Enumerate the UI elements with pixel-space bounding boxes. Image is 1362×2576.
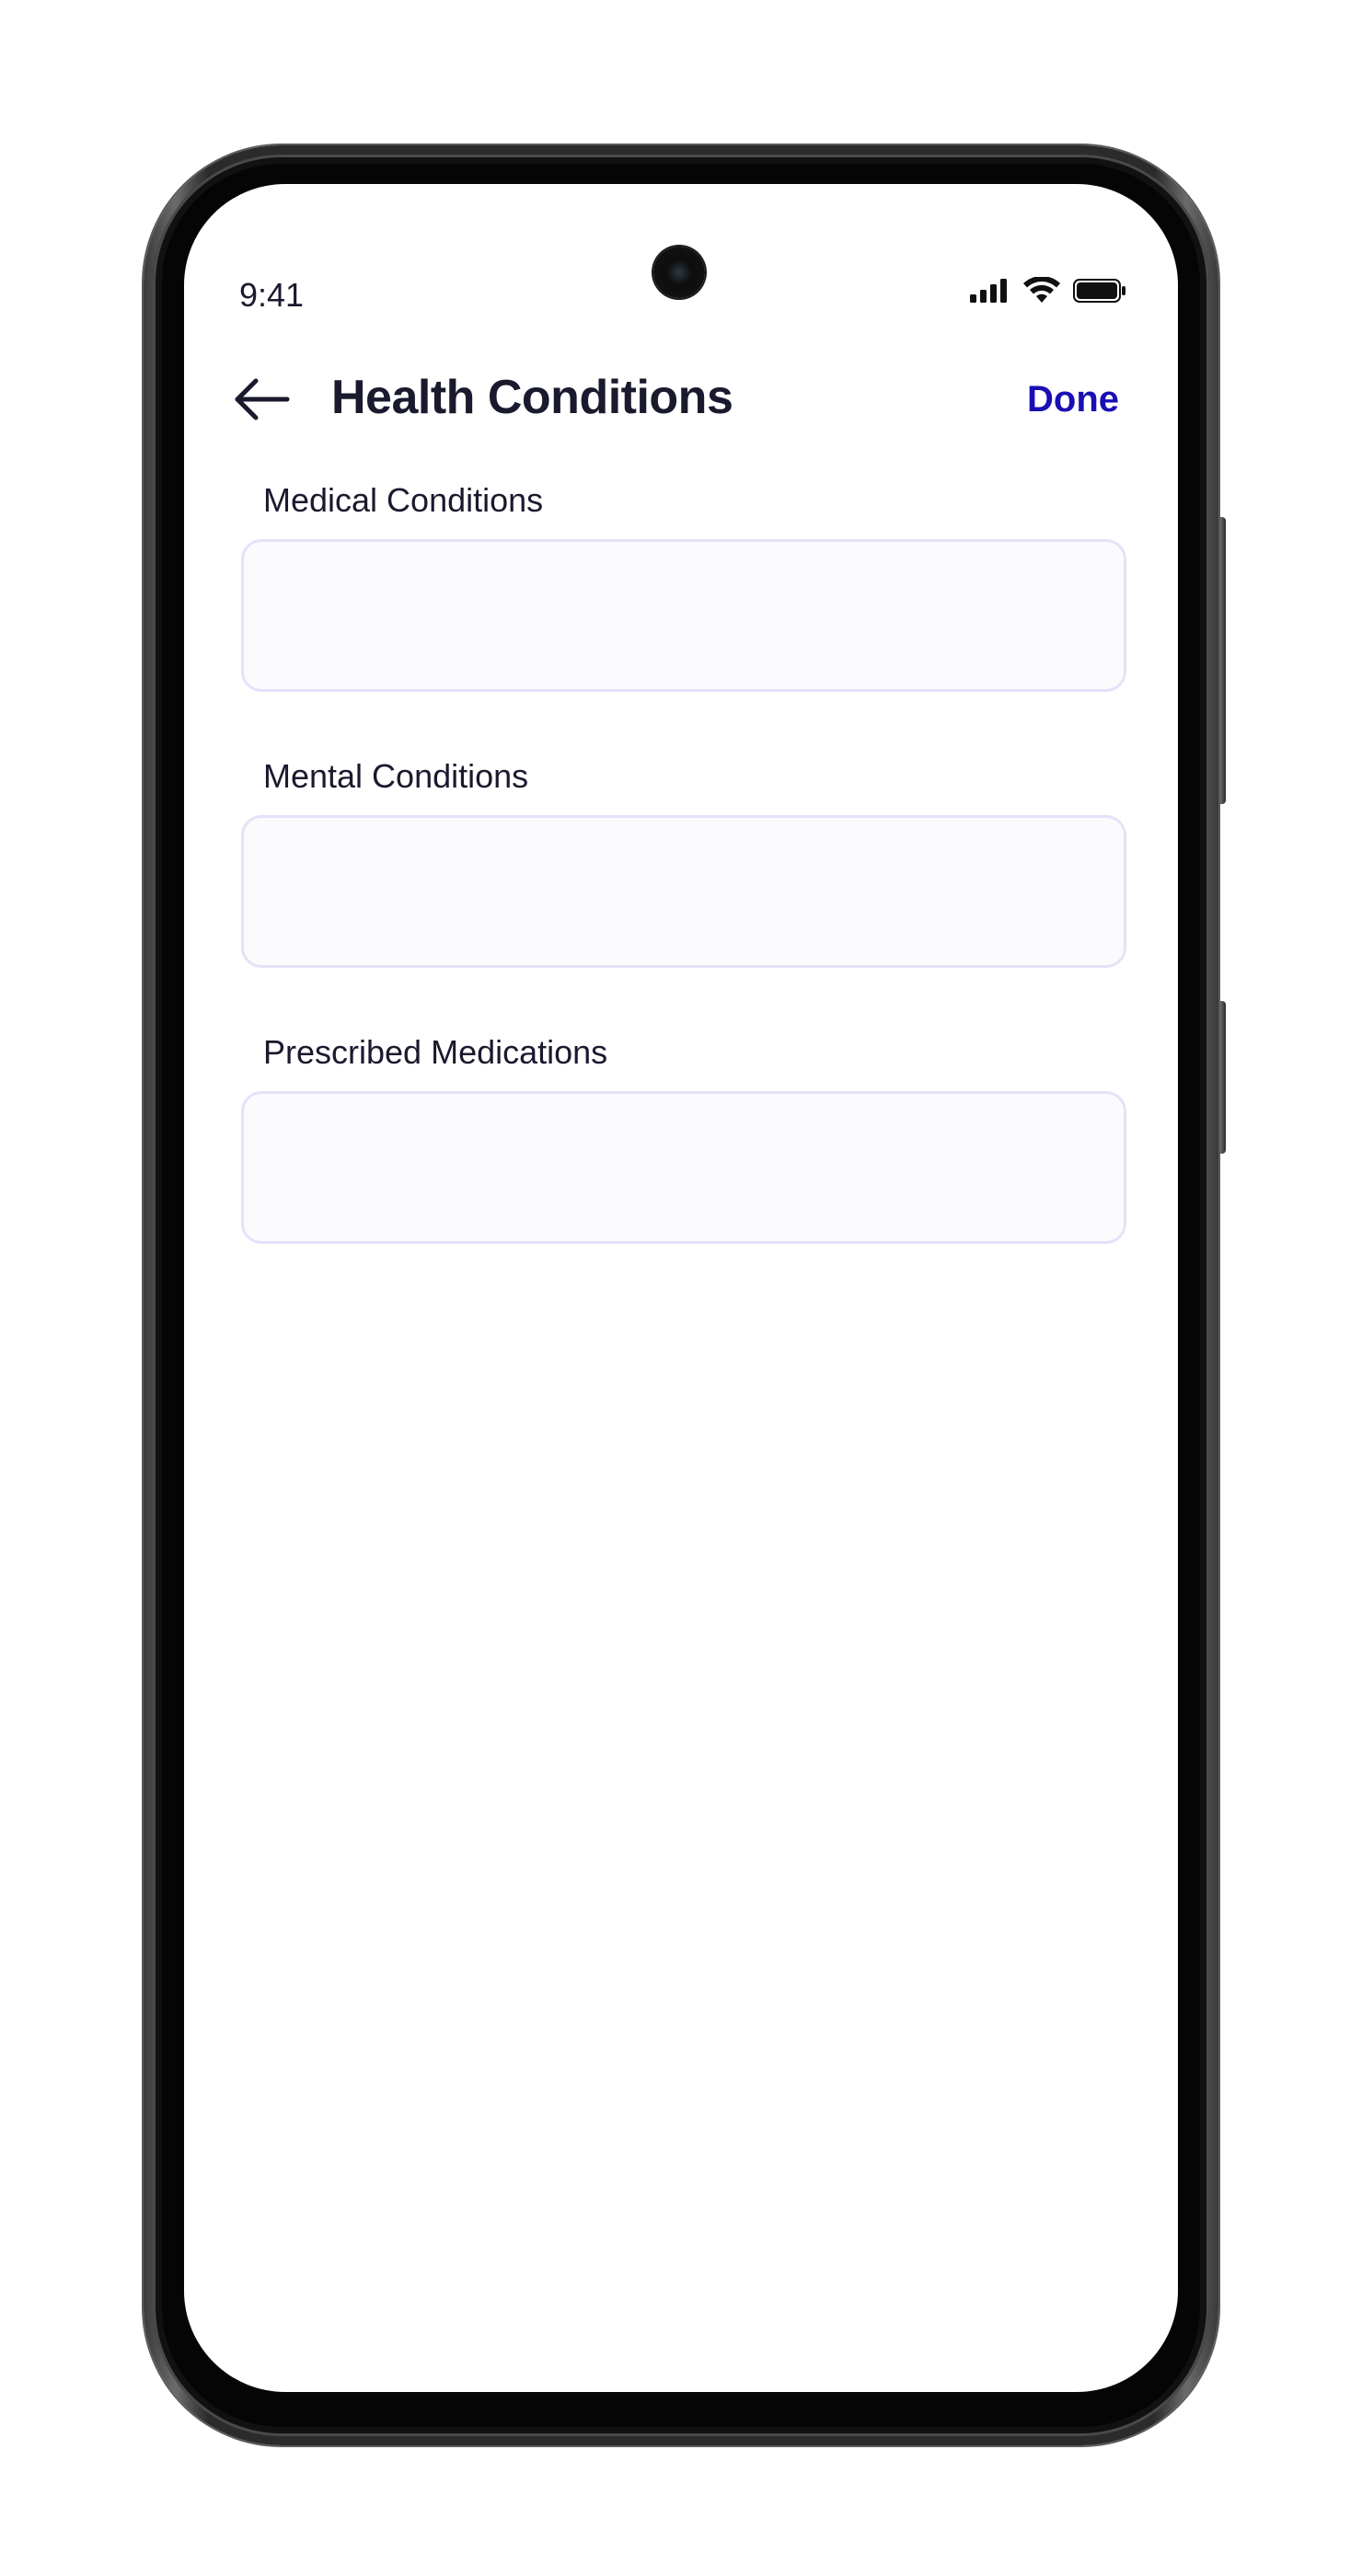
medical-conditions-input[interactable] [241,539,1126,692]
mental-conditions-field: Mental Conditions [241,756,1126,968]
battery-icon [1073,278,1126,308]
mental-conditions-input[interactable] [241,815,1126,968]
app-header: Health Conditions Done [184,357,1178,445]
device-mockup: 9:41 Health Conditions Done Medical Cond… [0,0,1362,2576]
phone-frame: 9:41 Health Conditions Done Medical Cond… [144,145,1218,2445]
prescribed-medications-label: Prescribed Medications [263,1033,608,1071]
cellular-signal-icon [970,278,1010,307]
wifi-icon [1023,275,1060,309]
medical-conditions-field: Medical Conditions [241,480,1126,692]
prescribed-medications-field: Prescribed Medications [241,1032,1126,1244]
mental-conditions-label: Mental Conditions [263,757,529,795]
prescribed-medications-input[interactable] [241,1091,1126,1244]
done-button[interactable]: Done [1027,379,1119,420]
status-icons [970,275,1126,309]
front-camera [653,247,705,298]
phone-screen: 9:41 Health Conditions Done Medical Cond… [184,184,1178,2392]
medical-conditions-label: Medical Conditions [263,481,544,519]
page-title: Health Conditions [331,371,733,424]
back-button[interactable] [232,374,291,429]
status-time: 9:41 [239,276,305,314]
arrow-left-icon [232,376,291,427]
